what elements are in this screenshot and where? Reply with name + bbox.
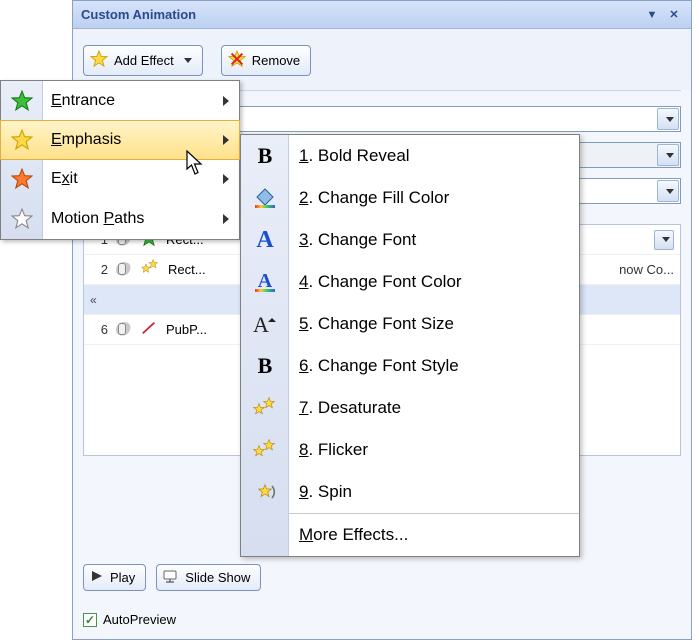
submenu-label: 2. Change Fill Color <box>299 188 449 208</box>
submenu-item-desaturate[interactable]: 7. Desaturate <box>241 387 579 429</box>
remove-button[interactable]: Remove <box>221 45 311 76</box>
chevron-down-icon <box>657 144 679 166</box>
item-tail-text: now Co... <box>619 262 674 277</box>
chevron-down-icon <box>657 180 679 202</box>
pane-menu-caret[interactable]: ▼ <box>643 6 661 24</box>
add-effect-button[interactable]: Add Effect <box>83 45 203 76</box>
star-icon <box>90 50 108 71</box>
star-icon <box>9 168 35 190</box>
item-label: PubP... <box>166 322 207 337</box>
remove-icon <box>228 50 246 71</box>
submenu-item-change-font[interactable]: A 3. Change Font <box>241 219 579 261</box>
paint-bucket-icon <box>251 186 279 210</box>
menu-label: Exit <box>51 170 78 188</box>
menu-item-entrance[interactable]: Entrance <box>1 81 239 121</box>
projector-icon <box>163 569 179 586</box>
item-index: 2 <box>90 262 108 277</box>
font-color-icon: A <box>251 270 279 294</box>
spin-icon <box>251 480 279 504</box>
star-icon <box>9 129 35 151</box>
font-a-icon: A <box>251 228 279 252</box>
play-icon <box>90 569 104 586</box>
mouse-icon <box>116 322 132 338</box>
sparkle-icon <box>251 396 279 420</box>
bold-icon: B <box>251 144 279 168</box>
menu-item-motion-paths[interactable]: Motion Paths <box>1 199 239 239</box>
submenu-label: 3. Change Font <box>299 230 416 250</box>
add-effect-label: Add Effect <box>114 53 174 68</box>
menu-label: Motion Paths <box>51 210 144 228</box>
submenu-label: 7. Desaturate <box>299 398 401 418</box>
menu-label: Emphasis <box>51 131 121 149</box>
play-button[interactable]: Play <box>83 564 146 591</box>
path-icon <box>140 319 158 340</box>
svg-text:A: A <box>258 270 273 292</box>
autopreview-checkbox[interactable]: ✓ <box>83 613 97 627</box>
submenu-arrow-icon <box>223 214 229 224</box>
font-size-icon: A <box>251 312 279 336</box>
submenu-item-change-font-color[interactable]: A 4. Change Font Color <box>241 261 579 303</box>
chevron-down-icon <box>657 108 679 130</box>
slideshow-label: Slide Show <box>185 570 250 585</box>
bold-icon: B <box>251 354 279 378</box>
submenu-label: 6. Change Font Style <box>299 356 459 376</box>
item-dropdown[interactable] <box>654 230 674 250</box>
play-label: Play <box>110 570 135 585</box>
emphasis-submenu: B 1. Bold Reveal 2. Change Fill Color A … <box>240 134 580 557</box>
svg-text:A: A <box>253 312 269 336</box>
close-icon[interactable]: ✕ <box>665 6 683 24</box>
submenu-label: More Effects... <box>299 525 408 545</box>
chevron-down-icon <box>184 58 192 63</box>
submenu-label: 8. Flicker <box>299 440 368 460</box>
submenu-label: 1. Bold Reveal <box>299 146 410 166</box>
autopreview-row: ✓ AutoPreview <box>83 612 176 627</box>
mouse-icon <box>116 262 132 278</box>
submenu-label: 9. Spin <box>299 482 352 502</box>
star-icon <box>9 90 35 112</box>
chevron-expand-icon: « <box>90 293 95 307</box>
submenu-item-more-effects[interactable]: More Effects... <box>241 514 579 556</box>
submenu-arrow-icon <box>223 96 229 106</box>
add-effect-menu: Entrance Emphasis Exit Motion Paths <box>0 80 240 240</box>
item-index: 6 <box>90 322 108 337</box>
submenu-arrow-icon <box>223 135 229 145</box>
submenu-item-change-fill-color[interactable]: 2. Change Fill Color <box>241 177 579 219</box>
sparkle-icon <box>140 259 160 280</box>
pane-title: Custom Animation <box>81 7 196 22</box>
menu-item-exit[interactable]: Exit <box>1 159 239 199</box>
submenu-label: 4. Change Font Color <box>299 272 462 292</box>
item-label: Rect... <box>168 262 206 277</box>
submenu-item-bold-reveal[interactable]: B 1. Bold Reveal <box>241 135 579 177</box>
titlebar: Custom Animation ▼ ✕ <box>73 1 691 29</box>
bottom-toolbar: Play Slide Show <box>83 564 261 591</box>
star-icon <box>9 208 35 230</box>
menu-label: Entrance <box>51 92 115 110</box>
sparkle-icon <box>251 438 279 462</box>
submenu-label: 5. Change Font Size <box>299 314 454 334</box>
autopreview-label: AutoPreview <box>103 612 176 627</box>
submenu-item-change-font-size[interactable]: A 5. Change Font Size <box>241 303 579 345</box>
submenu-item-change-font-style[interactable]: B 6. Change Font Style <box>241 345 579 387</box>
menu-item-emphasis[interactable]: Emphasis <box>0 120 240 160</box>
slideshow-button[interactable]: Slide Show <box>156 564 261 591</box>
remove-label: Remove <box>252 53 300 68</box>
submenu-item-flicker[interactable]: 8. Flicker <box>241 429 579 471</box>
submenu-arrow-icon <box>223 174 229 184</box>
submenu-item-spin[interactable]: 9. Spin <box>241 471 579 513</box>
